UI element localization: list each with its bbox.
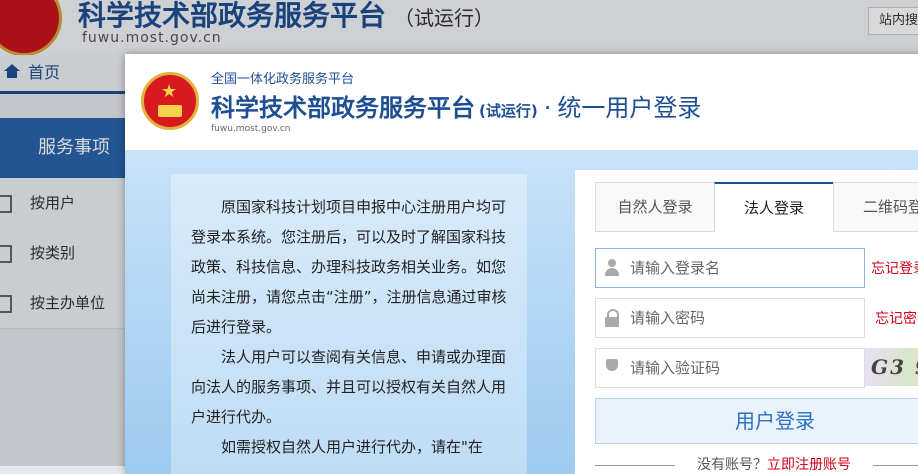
forgot-password-link[interactable]: 忘记密 bbox=[875, 308, 917, 328]
captcha-input[interactable] bbox=[628, 349, 862, 387]
dialog-url: fuwu.most.gov.cn bbox=[211, 124, 291, 134]
tab-legal-person-login[interactable]: 法人登录 bbox=[714, 182, 834, 233]
user-login-button[interactable]: 用户登录 bbox=[595, 398, 918, 444]
login-panel: 自然人登录 法人登录 二维码登 忘记登录 忘记密 G3 9 用户登录 没有 bbox=[575, 170, 918, 474]
password-input[interactable] bbox=[628, 299, 862, 337]
captcha-image[interactable]: G3 9 bbox=[865, 348, 918, 386]
dialog-body: 原国家科技计划项目申报中心注册用户均可登录本系统。您注册后，可以及时了解国家科技… bbox=[125, 150, 918, 474]
shield-icon bbox=[604, 359, 620, 377]
dialog-subtitle: 全国一体化政务服务平台 bbox=[211, 72, 355, 87]
register-prompt: 没有账号？立即注册账号 bbox=[595, 454, 918, 473]
register-link[interactable]: 立即注册账号 bbox=[767, 457, 851, 473]
title-separator: · bbox=[543, 94, 552, 122]
login-dialog: 全国一体化政务服务平台 科学技术部政务服务平台(试运行) ·统一用户登录 fuwu… bbox=[125, 54, 918, 474]
info-paragraph: 原国家科技计划项目申报中心注册用户均可登录本系统。您注册后，可以及时了解国家科技… bbox=[191, 198, 507, 336]
dialog-unified-login-label: 统一用户登录 bbox=[557, 94, 702, 122]
info-paragraph: 如需授权自然人用户进行代办，请在"在 bbox=[221, 438, 483, 456]
forgot-username-link[interactable]: 忘记登录 bbox=[871, 258, 918, 278]
username-field[interactable] bbox=[595, 248, 865, 288]
no-account-text: 没有账号？ bbox=[697, 457, 767, 473]
login-tabs: 自然人登录 法人登录 二维码登 bbox=[595, 182, 918, 233]
username-input[interactable] bbox=[628, 249, 862, 287]
captcha-field[interactable] bbox=[595, 348, 865, 388]
tab-qrcode-login[interactable]: 二维码登 bbox=[833, 182, 918, 232]
dialog-title: 科学技术部政务服务平台 (试运行) · 统一用户登录 bbox=[211, 88, 701, 123]
national-emblem-logo-icon bbox=[141, 72, 199, 130]
info-paragraph: 法人用户可以查阅有关信息、申请或办理面向法人的服务事项、并且可以授权有关自然人用… bbox=[191, 348, 507, 426]
info-panel: 原国家科技计划项目申报中心注册用户均可登录本系统。您注册后，可以及时了解国家科技… bbox=[171, 174, 527, 474]
dialog-header: 全国一体化政务服务平台 科学技术部政务服务平台(试运行) ·统一用户登录 fuwu… bbox=[125, 54, 918, 150]
user-icon bbox=[604, 259, 620, 277]
tab-natural-person-login[interactable]: 自然人登录 bbox=[595, 182, 715, 232]
dialog-title-text: 科学技术部政务服务平台 bbox=[211, 94, 475, 122]
dialog-trial-label: (试运行) bbox=[479, 102, 538, 120]
password-field[interactable] bbox=[595, 298, 865, 338]
lock-icon bbox=[604, 309, 620, 327]
